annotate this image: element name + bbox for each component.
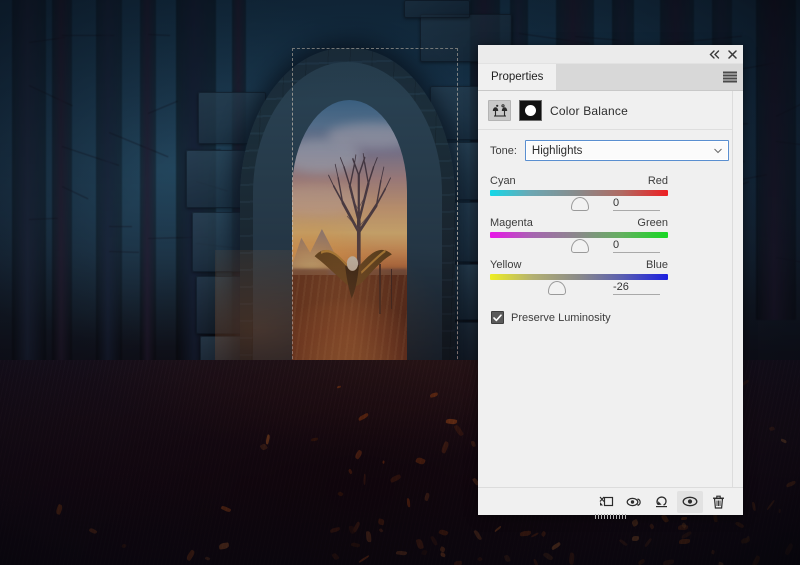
panel-resize-grip[interactable] <box>595 514 627 519</box>
adjustment-header: Color Balance <box>478 91 743 130</box>
slider-track-wrap[interactable]: -26 <box>490 273 668 295</box>
tab-properties[interactable]: Properties <box>478 64 556 90</box>
layer-mask-thumbnail[interactable] <box>519 100 542 121</box>
slider-magenta-green[interactable]: Magenta Green 0 <box>478 215 743 257</box>
close-icon <box>728 50 737 59</box>
screenshot-root: Properties <box>0 0 800 565</box>
tone-label: Tone: <box>490 145 517 157</box>
slider-right-label: Red <box>648 175 668 187</box>
tone-select[interactable]: Highlights <box>525 140 729 161</box>
properties-panel[interactable]: Properties <box>478 45 743 515</box>
color-balance-icon[interactable] <box>488 100 511 121</box>
slider-thumb[interactable] <box>548 281 566 295</box>
slider-track[interactable] <box>490 232 668 238</box>
slider-value-field[interactable]: 0 <box>613 239 660 253</box>
slider-cyan-red[interactable]: Cyan Red 0 <box>478 173 743 215</box>
preserve-luminosity-label: Preserve Luminosity <box>511 312 611 324</box>
double-chevron-left-icon <box>709 50 720 59</box>
slider-track[interactable] <box>490 274 668 280</box>
slider-end-labels: Cyan Red <box>490 175 668 187</box>
slider-thumb[interactable] <box>571 197 589 211</box>
panel-tab-bar[interactable]: Properties <box>478 64 743 91</box>
slider-value-field[interactable]: -26 <box>613 281 660 295</box>
clip-to-layer-icon[interactable] <box>593 491 619 513</box>
panel-menu-icon[interactable] <box>723 72 737 83</box>
slider-track-wrap[interactable]: 0 <box>490 189 668 211</box>
adjustment-title: Color Balance <box>550 104 628 118</box>
reset-icon[interactable] <box>649 491 675 513</box>
slider-left-label: Cyan <box>490 175 516 187</box>
slider-right-label: Blue <box>646 259 668 271</box>
panel-body: Color Balance Tone: Highlights CyanRed0M… <box>478 91 743 487</box>
slider-track[interactable] <box>490 190 668 196</box>
tone-row: Tone: Highlights <box>478 130 743 167</box>
color-balance-sliders: Cyan Red 0 Magenta Green 0 Yellow Blue -26 <box>478 167 743 299</box>
tone-selected-value: Highlights <box>532 145 583 157</box>
slider-thumb[interactable] <box>571 239 589 253</box>
slider-value-field[interactable]: 0 <box>613 197 660 211</box>
view-previous-state-icon[interactable] <box>621 491 647 513</box>
panel-footer <box>478 487 743 515</box>
toggle-visibility-icon[interactable] <box>677 491 703 513</box>
checkmark-icon <box>493 314 502 322</box>
slider-left-label: Yellow <box>490 259 521 271</box>
chevron-down-icon <box>714 148 722 153</box>
slider-right-label: Green <box>637 217 668 229</box>
slider-end-labels: Yellow Blue <box>490 259 668 271</box>
delete-icon[interactable] <box>705 491 731 513</box>
slider-end-labels: Magenta Green <box>490 217 668 229</box>
slider-yellow-blue[interactable]: Yellow Blue -26 <box>478 257 743 299</box>
collapse-panel-button[interactable] <box>708 48 721 61</box>
preserve-luminosity-checkbox[interactable] <box>491 311 504 324</box>
close-panel-button[interactable] <box>726 48 739 61</box>
slider-track-wrap[interactable]: 0 <box>490 231 668 253</box>
panel-titlebar <box>478 45 743 64</box>
preserve-luminosity-row[interactable]: Preserve Luminosity <box>478 299 743 324</box>
tab-properties-label: Properties <box>491 71 543 83</box>
slider-left-label: Magenta <box>490 217 533 229</box>
